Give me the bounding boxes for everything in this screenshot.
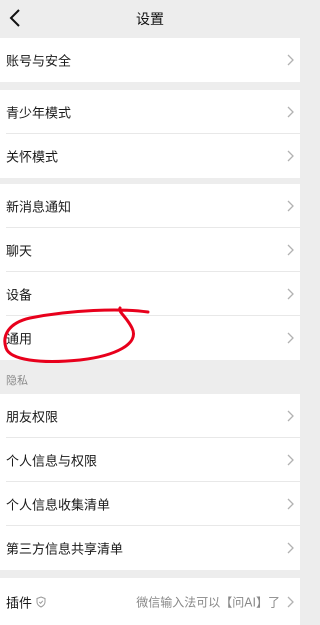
settings-item-friend-permissions[interactable]: 朋友权限	[0, 394, 300, 438]
chevron-right-icon	[287, 542, 294, 554]
chevron-right-icon	[287, 288, 294, 300]
settings-item-info-collection-list[interactable]: 个人信息收集清单	[0, 482, 300, 526]
chevron-right-icon	[287, 596, 294, 607]
account-group: 账号与安全	[0, 38, 300, 82]
chevron-right-icon	[287, 454, 294, 466]
chevron-right-icon	[287, 150, 294, 162]
settings-item-label: 个人信息与权限	[6, 454, 98, 470]
settings-item-teen-mode[interactable]: 青少年模式	[0, 90, 300, 134]
settings-item-chat[interactable]: 聊天	[0, 228, 300, 272]
settings-item-label: 账号与安全	[6, 54, 72, 70]
chevron-right-icon	[287, 106, 294, 118]
mode-group: 青少年模式 关怀模式	[0, 90, 300, 178]
settings-item-label: 设备	[6, 288, 33, 304]
settings-item-label: 青少年模式	[6, 106, 72, 122]
chevron-right-icon	[287, 200, 294, 212]
settings-item-label: 插件	[6, 596, 33, 611]
settings-item-label: 新消息通知	[6, 200, 72, 216]
settings-item-plugins[interactable]: 插件 微信输入法可以【问AI】了	[0, 578, 300, 625]
plugin-group: 插件 微信输入法可以【问AI】了	[0, 578, 300, 625]
general-group: 新消息通知 聊天 设备 通用	[0, 184, 300, 360]
settings-item-personal-info-permissions[interactable]: 个人信息与权限	[0, 438, 300, 482]
chevron-right-icon	[287, 498, 294, 510]
settings-item-label: 朋友权限	[6, 410, 59, 426]
top-bar: 设置	[0, 0, 300, 38]
chevron-right-icon	[287, 332, 294, 344]
settings-item-label: 第三方信息共享清单	[6, 542, 124, 558]
shield-icon	[36, 595, 46, 608]
settings-item-label: 聊天	[6, 244, 33, 260]
settings-item-label: 个人信息收集清单	[6, 498, 111, 514]
settings-item-care-mode[interactable]: 关怀模式	[0, 134, 300, 178]
settings-item-devices[interactable]: 设备	[0, 272, 300, 316]
settings-item-label: 通用	[6, 332, 33, 348]
chevron-right-icon	[287, 244, 294, 256]
page-title: 设置	[136, 12, 164, 28]
chevron-right-icon	[287, 54, 294, 66]
chevron-right-icon	[287, 410, 294, 422]
privacy-section-label: 隐私	[6, 374, 28, 387]
settings-item-notifications[interactable]: 新消息通知	[0, 184, 300, 228]
settings-item-label: 关怀模式	[6, 150, 59, 166]
plugin-promo-text: 微信输入法可以【问AI】了	[136, 595, 280, 609]
settings-item-account-security[interactable]: 账号与安全	[0, 38, 300, 82]
settings-item-third-party-sharing-list[interactable]: 第三方信息共享清单	[0, 526, 300, 570]
settings-item-general[interactable]: 通用	[0, 316, 300, 360]
privacy-group: 朋友权限 个人信息与权限 个人信息收集清单 第三方信息共享清单	[0, 394, 300, 570]
